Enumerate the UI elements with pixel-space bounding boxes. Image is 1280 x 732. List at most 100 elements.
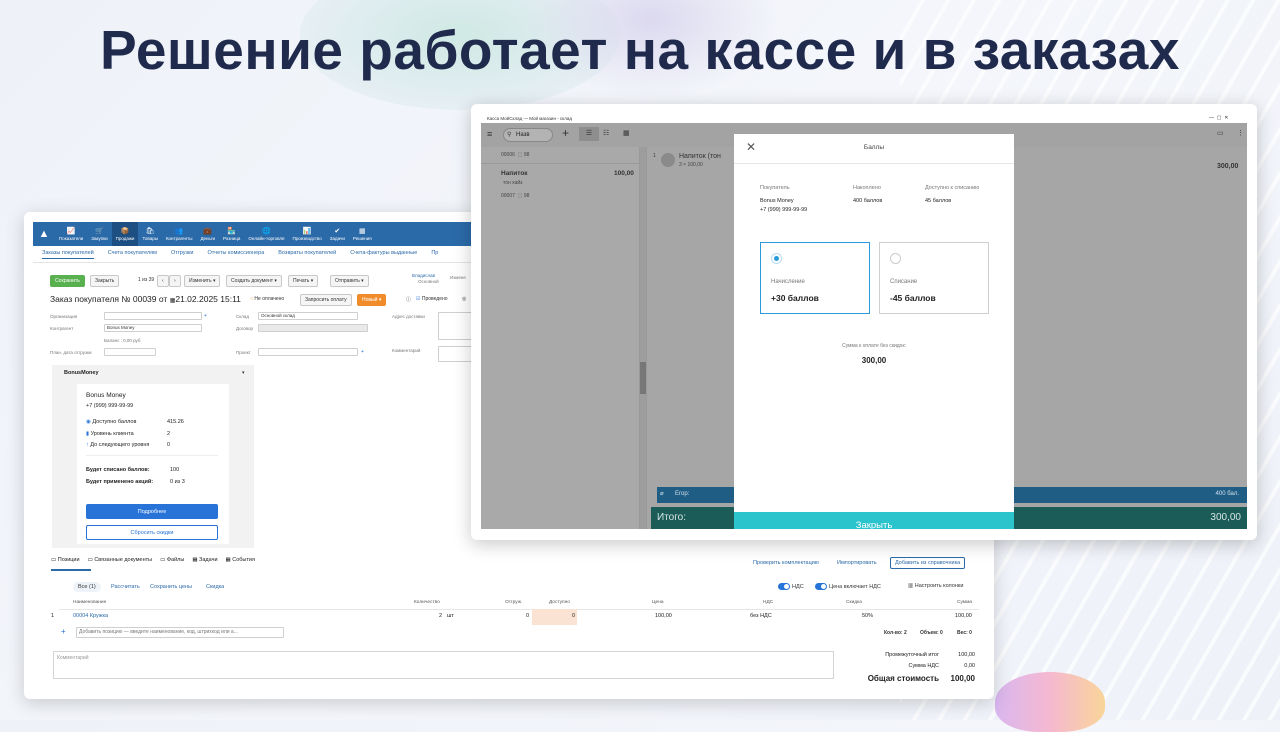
col-sum[interactable]: Сумма — [957, 600, 972, 605]
contract-field[interactable] — [258, 324, 368, 332]
col-name[interactable]: Наименование — [73, 600, 106, 605]
add-icon[interactable]: + — [204, 313, 207, 319]
grid-view-icon[interactable]: ▦ — [623, 129, 630, 137]
subnav-item[interactable]: Заказы покупателей — [42, 250, 94, 259]
product-list: 00006 ⬚ 98 Напиток 100,00 тон хайз 00007… — [481, 147, 639, 529]
add-icon[interactable]: + — [562, 126, 569, 140]
bonus-level-value: 2 — [167, 431, 171, 437]
chevron-down-icon[interactable]: ▾ — [242, 370, 245, 376]
columns-settings[interactable]: ▥ Настроить колонки — [908, 583, 963, 589]
nav-item[interactable]: 🛍 Товары — [138, 222, 161, 246]
subnav-item[interactable]: Счета покупателям — [108, 250, 157, 259]
row-product-link[interactable]: 00004 Кружка — [73, 613, 108, 619]
accrual-option[interactable]: Начисление +30 баллов — [760, 242, 870, 314]
comment-textarea[interactable]: Комментарий — [53, 651, 834, 679]
add-position-icon[interactable]: + — [61, 627, 66, 636]
col-price[interactable]: Цена — [652, 600, 664, 605]
subnav-item[interactable]: Отчеты комиссионера — [208, 250, 265, 259]
list-view-icon[interactable]: ☰ — [579, 127, 599, 141]
nav-item[interactable]: 📈 Показатели — [55, 222, 87, 246]
comment-field[interactable] — [438, 346, 472, 362]
radio-selected[interactable] — [771, 253, 782, 264]
print-button[interactable]: Печать ▾ — [288, 275, 319, 287]
col-discount[interactable]: Скидка — [846, 600, 862, 605]
nav-item[interactable]: 👥 Контрагенты — [162, 222, 197, 246]
warehouse-field[interactable]: Основной склад — [258, 312, 358, 320]
subnav-item[interactable]: Счета-фактуры выданные — [350, 250, 417, 259]
row-price[interactable]: 100,00 — [655, 613, 672, 619]
save-prices-link[interactable]: Сохранить цены — [150, 584, 192, 590]
tab-item[interactable]: ▦ Задачи — [192, 557, 217, 563]
more-icon[interactable]: ⋮ — [1237, 129, 1244, 137]
organization-field[interactable] — [104, 312, 202, 320]
radio-unselected[interactable] — [890, 253, 901, 264]
discount-link[interactable]: Скидка — [206, 584, 224, 590]
ship-date-field[interactable] — [104, 348, 156, 356]
change-button[interactable]: Изменить ▾ — [184, 275, 221, 287]
status-dropdown[interactable]: Новый ▾ — [357, 294, 387, 306]
window-controls[interactable]: — ▢ ✕ — [1209, 115, 1228, 121]
order-number[interactable]: 00039 — [133, 294, 157, 304]
nav-item[interactable]: 📊 Производство — [288, 222, 325, 246]
posted-checkbox[interactable]: ☑ Проведено — [416, 296, 448, 302]
writeoff-option[interactable]: Списание -45 баллов — [879, 242, 989, 314]
next-button[interactable]: › — [169, 275, 181, 287]
save-button[interactable]: Сохранить — [50, 275, 85, 287]
col-available[interactable]: Доступно — [549, 600, 570, 605]
more-button[interactable]: Подробнее — [86, 504, 218, 519]
vat-toggle[interactable]: НДС — [778, 583, 804, 590]
change-link[interactable]: Измене — [450, 275, 466, 280]
col-qty[interactable]: Количество — [414, 600, 440, 605]
row-discount[interactable]: 50% — [862, 613, 873, 619]
subnav-item[interactable]: Возвраты покупателей — [278, 250, 336, 259]
bonus-panel-header[interactable]: BonusMoney — [64, 370, 99, 376]
reset-discounts-button[interactable]: Сбросить скидки — [86, 525, 218, 540]
col-vat[interactable]: НДС — [763, 600, 773, 605]
row-qty[interactable]: 2 — [439, 613, 442, 619]
logo-icon[interactable]: ▲ — [33, 222, 55, 246]
owner-name[interactable]: Владислав — [412, 273, 435, 278]
nav-item[interactable]: 💼 Деньги — [196, 222, 219, 246]
list-item-name[interactable]: Напиток — [501, 170, 528, 177]
tab-item[interactable]: ▭ Связанные документы — [88, 557, 153, 563]
cart-item-name[interactable]: Напиток (тон — [679, 153, 721, 160]
nav-item[interactable]: 📦 Продажи — [111, 222, 139, 246]
more-icon[interactable]: ◎ — [462, 296, 466, 302]
col-shipped[interactable]: Отгруж. — [505, 600, 522, 605]
tab-item[interactable]: ▭ Позиции — [51, 557, 80, 563]
create-document-button[interactable]: Создать документ ▾ — [226, 275, 282, 287]
request-payment-button[interactable]: Запросить оплату — [300, 294, 352, 306]
tab-item[interactable]: ▦ События — [226, 557, 255, 563]
nav-item[interactable]: ▦ Решения — [349, 222, 376, 246]
compact-view-icon[interactable]: ☷ — [603, 129, 609, 137]
tab-item[interactable]: ▭ Файлы — [160, 557, 184, 563]
nav-item[interactable]: 🌐 Онлайн-торговля — [244, 222, 288, 246]
import-link[interactable]: Импортировать — [837, 560, 877, 566]
scrollbar[interactable] — [640, 147, 646, 529]
calc-link[interactable]: Рассчитать — [111, 584, 140, 590]
nav-item[interactable]: 🏪 Розница — [219, 222, 244, 246]
counterparty-field[interactable]: Bonus Money — [104, 324, 202, 332]
add-from-catalog-button[interactable]: Добавить из справочника — [890, 557, 966, 569]
subnav-item[interactable]: Пр — [431, 250, 438, 259]
filter-all[interactable]: Все (1) — [73, 582, 101, 592]
row-vat[interactable]: без НДС — [750, 613, 772, 619]
add-icon[interactable]: + — [361, 349, 364, 355]
chat-icon[interactable]: ▭ — [1217, 129, 1224, 137]
close-modal-button[interactable]: Закрыть — [734, 512, 1014, 529]
menu-icon[interactable]: ≡ — [487, 129, 492, 139]
close-button[interactable]: Закрыть — [90, 275, 120, 287]
prev-button[interactable]: ‹ — [157, 275, 169, 287]
help-icon[interactable]: ⓘ — [406, 296, 411, 303]
price-includes-vat-toggle[interactable]: Цена включает НДС — [815, 583, 881, 590]
subnav-item[interactable]: Отгрузки — [171, 250, 194, 259]
send-button[interactable]: Отправить ▾ — [330, 275, 369, 287]
order-date[interactable]: 21.02.2025 15:11 — [175, 294, 241, 304]
nav-item[interactable]: ✔ Задачи — [326, 222, 349, 246]
nav-item[interactable]: 🛒 Закупки — [87, 222, 111, 246]
add-position-input[interactable]: Добавить позицию — введите наименование,… — [76, 627, 284, 638]
project-field[interactable] — [258, 348, 358, 356]
list-item-code: 00007 ⬚ 98 — [501, 193, 530, 199]
check-set-link[interactable]: Проверить комплектацию — [753, 560, 819, 566]
delivery-field[interactable] — [438, 312, 472, 340]
